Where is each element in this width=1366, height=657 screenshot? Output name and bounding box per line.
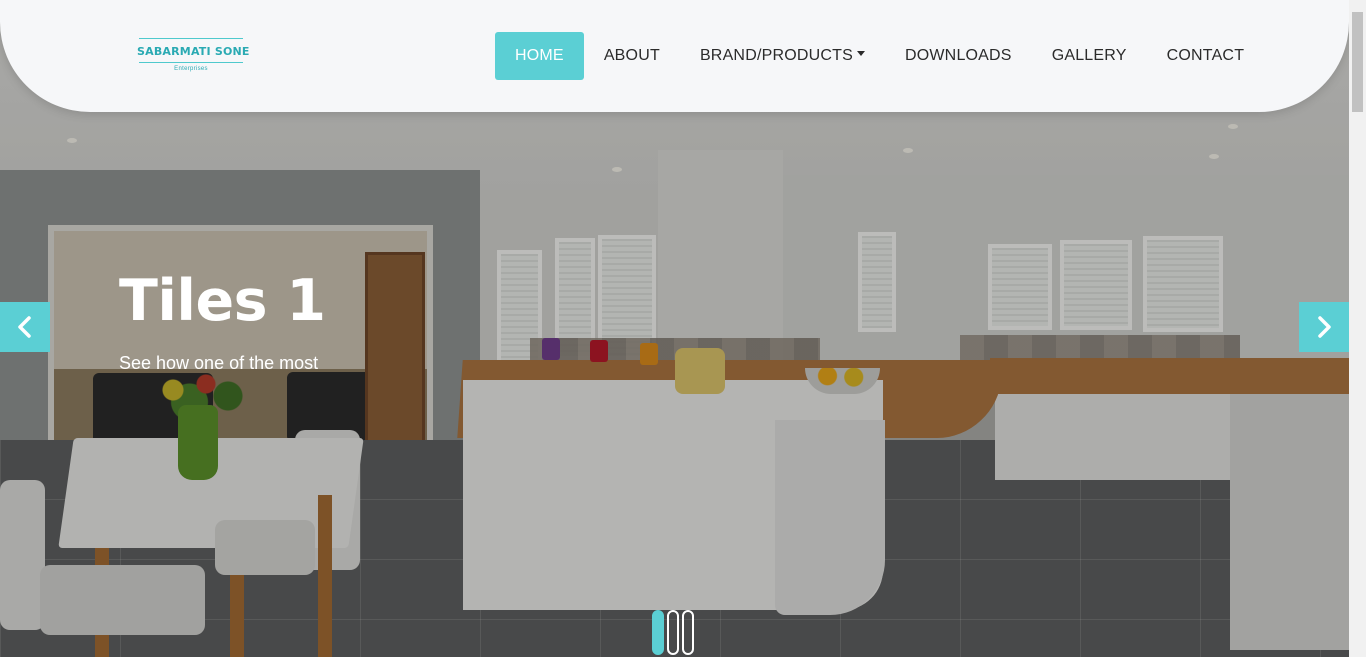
caret-down-icon <box>856 50 865 56</box>
nav-about[interactable]: ABOUT <box>584 32 680 80</box>
nav-brand-products-label: BRAND/PRODUCTS <box>699 47 853 64</box>
carousel-indicators <box>652 610 694 655</box>
brand-name: SABARMATI SONE <box>137 45 250 58</box>
chevron-left-icon <box>18 316 31 338</box>
nav-about-label: ABOUT <box>603 47 660 64</box>
brand-logo[interactable]: SABARMATI SONE Enterprises <box>137 38 250 84</box>
nav-gallery[interactable]: GALLERY <box>1032 32 1147 80</box>
site-header: SABARMATI SONE Enterprises HOME ABOUT BR… <box>0 0 1349 112</box>
carousel-indicator-1[interactable] <box>652 610 664 655</box>
nav-downloads-label: DOWNLOADS <box>904 47 1012 64</box>
carousel-indicator-3[interactable] <box>682 610 694 655</box>
nav-brand-products[interactable]: BRAND/PRODUCTS <box>680 32 885 80</box>
nav-contact[interactable]: CONTACT <box>1147 32 1265 80</box>
carousel-indicator-2[interactable] <box>667 610 679 655</box>
nav-downloads[interactable]: DOWNLOADS <box>885 32 1032 80</box>
page-scrollbar[interactable] <box>1349 0 1366 657</box>
slide-title: Tiles 1 <box>119 268 326 334</box>
chevron-right-icon <box>1318 316 1331 338</box>
slide-description: See how one of the most <box>119 353 319 373</box>
nav-home-label: HOME <box>515 47 564 64</box>
nav-gallery-label: GALLERY <box>1051 47 1127 64</box>
nav-contact-label: CONTACT <box>1166 47 1245 64</box>
main-nav: HOME ABOUT BRAND/PRODUCTS DOWNLOADS GALL… <box>495 32 1264 80</box>
carousel-prev-button[interactable] <box>0 302 50 352</box>
nav-home[interactable]: HOME <box>495 32 584 80</box>
brand-tagline: Enterprises <box>174 66 208 72</box>
carousel-next-button[interactable] <box>1299 302 1349 352</box>
scrollbar-thumb[interactable] <box>1352 12 1363 112</box>
